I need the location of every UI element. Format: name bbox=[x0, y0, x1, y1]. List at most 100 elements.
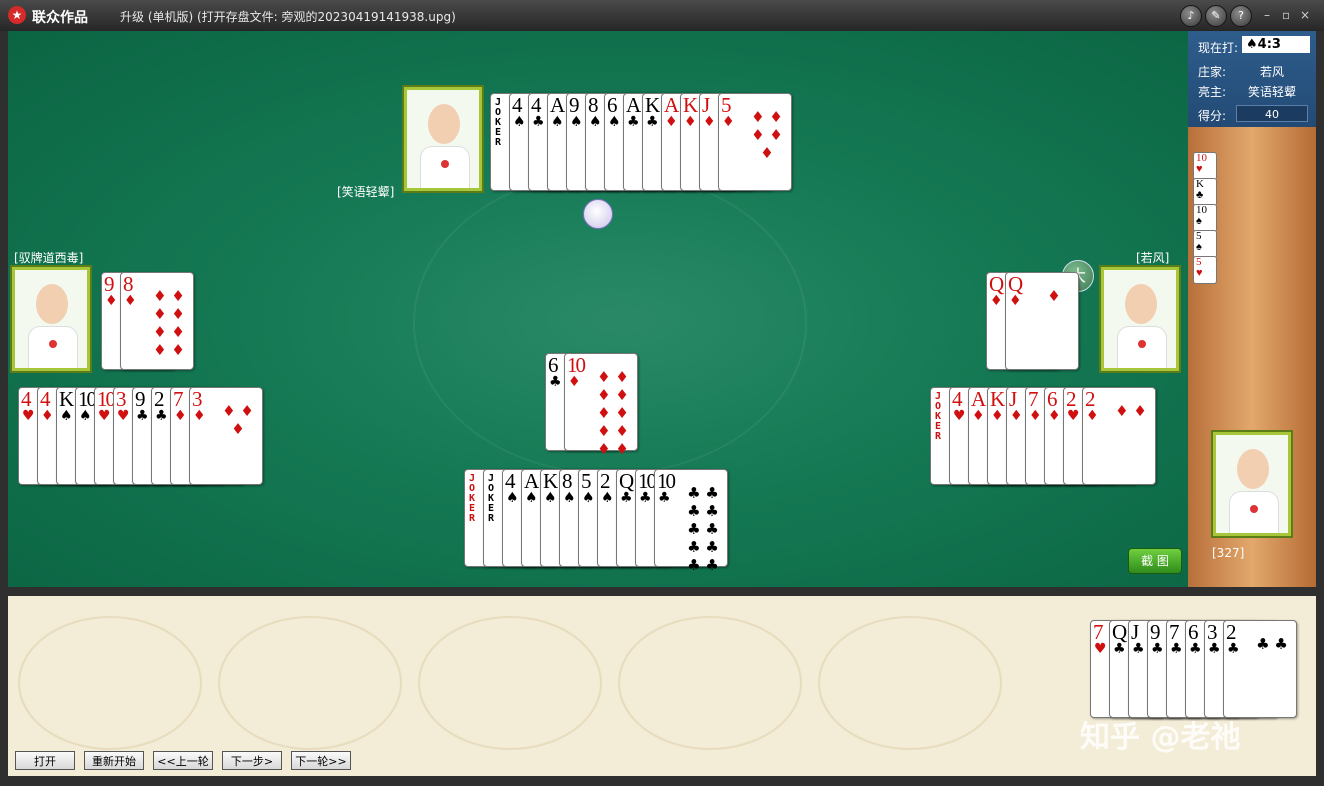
dealer-label: 庄家: bbox=[1198, 65, 1227, 79]
minimize-icon[interactable]: – bbox=[1264, 8, 1270, 22]
card-rank: 8 bbox=[562, 469, 572, 493]
score-card: K ♣ bbox=[1193, 178, 1217, 206]
card-rank: 9 bbox=[569, 93, 579, 117]
now-playing-label: 现在打: bbox=[1198, 41, 1239, 55]
title-bar: ★ 联众作品 升级 (单机版) (打开存盘文件: 旁观的202304191419… bbox=[0, 0, 1324, 31]
card-rank: A bbox=[626, 93, 641, 117]
card-suit-icon: ♦ bbox=[1009, 293, 1022, 309]
card-rank: K bbox=[543, 469, 558, 493]
card-rank: 2 bbox=[600, 469, 610, 493]
status-panel: 现在打: ♠4:3 庄家: 若风 亮主: 笑语轻颦 得分: 40 bbox=[1188, 31, 1316, 127]
card-rank: A bbox=[971, 387, 986, 411]
card-rank: 4 bbox=[505, 469, 515, 493]
joker-label: JOKER bbox=[935, 391, 942, 442]
card-suit-icon: ♣ bbox=[1170, 641, 1183, 657]
hand-card-left[interactable]: 3 ♦ ♦ ♦ ♦ bbox=[189, 387, 263, 485]
card-suit-icon: ♦ bbox=[124, 293, 137, 309]
card-suit-icon: ♠ bbox=[506, 490, 519, 506]
card-suit-icon: ♦ bbox=[665, 114, 678, 130]
help-icon[interactable]: ? bbox=[1230, 5, 1252, 27]
played-card-left[interactable]: 8 ♦ ♦ ♦ ♦ ♦ ♦ ♦ ♦ ♦ bbox=[120, 272, 194, 370]
card-suit-icon: ♠ bbox=[608, 114, 621, 130]
score-card: 5 ♠ bbox=[1193, 230, 1217, 258]
card-suit-icon: ♠ bbox=[601, 490, 614, 506]
hand-card-top[interactable]: 5 ♦ ♦ ♦ ♦ ♦ ♦ bbox=[718, 93, 792, 191]
card-suit-icon: ♣ bbox=[1189, 641, 1202, 657]
card-suit-icon: ♥ bbox=[98, 408, 111, 424]
prev-round-button[interactable]: <<上一轮 bbox=[153, 751, 213, 770]
card-suit-icon: ♠ bbox=[79, 408, 92, 424]
joker-label: JOKER bbox=[495, 97, 502, 148]
open-button[interactable]: 打开 bbox=[15, 751, 75, 770]
card-suit-icon: ♣ bbox=[658, 490, 671, 506]
card-suit-icon: ♠ bbox=[589, 114, 602, 130]
tray-card[interactable]: 2 ♣ ♣ ♣ bbox=[1223, 620, 1297, 718]
card-rank: 9 bbox=[135, 387, 145, 411]
card-pips: ♦ ♦ ♦ ♦ ♦ ♦ ♦ ♦ bbox=[153, 287, 185, 359]
hand-card-right[interactable]: 2 ♦ ♦ ♦ bbox=[1082, 387, 1156, 485]
card-pips: ♣ ♣ bbox=[1256, 635, 1288, 653]
card-rank: 6 bbox=[1047, 387, 1057, 411]
watermark: 知乎 @老祂 bbox=[1080, 720, 1241, 755]
player-name-top: [笑语轻颦] bbox=[337, 185, 395, 199]
card-rank: 5 bbox=[581, 469, 591, 493]
card-suit-icon: ♣ bbox=[627, 114, 640, 130]
card-rank: 6 bbox=[607, 93, 617, 117]
card-suit-icon: ♦ bbox=[990, 293, 1003, 309]
card-rank: 7 bbox=[1169, 620, 1179, 644]
card-rank: 10 bbox=[78, 387, 97, 411]
sound-icon[interactable]: ♪ bbox=[1180, 5, 1202, 27]
card-rank: 2 bbox=[154, 387, 164, 411]
screenshot-button[interactable]: 截 图 bbox=[1128, 548, 1182, 574]
brand-name: 联众作品 bbox=[32, 10, 88, 26]
avatar-right-player bbox=[1101, 267, 1179, 371]
next-round-button[interactable]: 下一轮>> bbox=[291, 751, 351, 770]
joker-label: JOKER bbox=[469, 473, 476, 524]
card-suit-icon: ♣ bbox=[1227, 641, 1240, 657]
score-card: 10 ♠ bbox=[1193, 204, 1217, 232]
card-pips: ♦ ♦ ♦ bbox=[222, 402, 254, 438]
card-suit-icon: ♦ bbox=[991, 408, 1004, 424]
card-rank: K bbox=[990, 387, 1005, 411]
score-value: 40 bbox=[1236, 105, 1308, 122]
card-suit-icon: ♣ bbox=[1208, 641, 1221, 657]
card-rank: 6 bbox=[548, 353, 558, 377]
maximize-icon[interactable]: ▫ bbox=[1282, 8, 1290, 22]
card-rank: 3 bbox=[116, 387, 126, 411]
score-card-suit-icon: ♥ bbox=[1196, 163, 1203, 175]
card-rank: 4 bbox=[531, 93, 541, 117]
card-rank: 6 bbox=[1188, 620, 1198, 644]
card-suit-icon: ♠ bbox=[582, 490, 595, 506]
card-suit-icon: ♠ bbox=[544, 490, 557, 506]
tools-icon[interactable]: ✎ bbox=[1205, 5, 1227, 27]
card-rank: J bbox=[1131, 620, 1139, 644]
score-card-suit-icon: ♥ bbox=[1196, 267, 1203, 279]
card-suit-icon: ♠ bbox=[563, 490, 576, 506]
player-name-right: [若风] bbox=[1136, 251, 1170, 265]
trump-caller-label: 亮主: bbox=[1198, 85, 1227, 99]
card-rank: 3 bbox=[1207, 620, 1217, 644]
hand-card-self[interactable]: 10 ♣ ♣ ♣ ♣ ♣ ♣ ♣ ♣ ♣ ♣ ♣ bbox=[654, 469, 728, 574]
played-card-right[interactable]: Q ♦ ♦ bbox=[1005, 272, 1079, 370]
close-icon[interactable]: × bbox=[1300, 8, 1310, 22]
card-rank: Q bbox=[1112, 620, 1127, 644]
dealer-value: 若风 bbox=[1259, 65, 1284, 79]
self-id: [327] bbox=[1212, 546, 1245, 560]
card-rank: J bbox=[702, 93, 710, 117]
restart-button[interactable]: 重新开始 bbox=[84, 751, 144, 770]
card-rank: Q bbox=[1008, 272, 1023, 296]
card-suit-icon: ♣ bbox=[1132, 641, 1145, 657]
card-rank: 5 bbox=[721, 93, 731, 117]
score-card: 5 ♥ bbox=[1193, 256, 1217, 284]
card-suit-icon: ♦ bbox=[684, 114, 697, 130]
card-suit-icon: ♠ bbox=[525, 490, 538, 506]
card-rank: A bbox=[550, 93, 565, 117]
card-rank: 4 bbox=[952, 387, 962, 411]
player-name-left: [驭牌道西毒] bbox=[14, 251, 84, 265]
played-card-center[interactable]: 10 ♦ ♦ ♦ ♦ ♦ ♦ ♦ ♦ ♦ ♦ ♦ bbox=[564, 353, 638, 458]
card-rank: 7 bbox=[1093, 620, 1103, 644]
card-rank: 8 bbox=[588, 93, 598, 117]
card-suit-icon: ♣ bbox=[549, 374, 562, 390]
next-step-button[interactable]: 下一步> bbox=[222, 751, 282, 770]
card-suit-icon: ♥ bbox=[22, 408, 35, 424]
